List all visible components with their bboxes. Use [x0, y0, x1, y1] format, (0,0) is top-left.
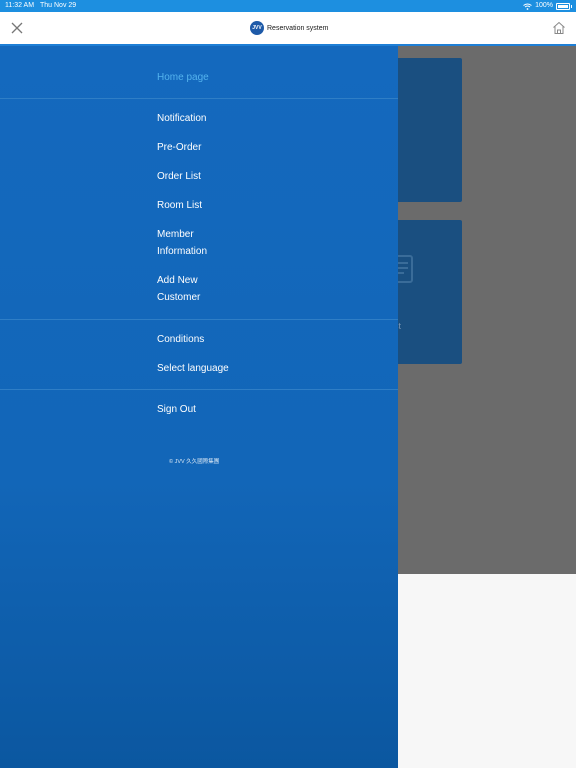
menu-add-customer-line2: Customer: [157, 292, 201, 303]
copyright-text: © JVV 久久國際集團: [169, 459, 220, 465]
menu-select-language[interactable]: Select language: [157, 360, 357, 377]
menu-member-information[interactable]: Member Information: [157, 226, 357, 260]
side-drawer: Home page Notification Pre-Order Order L…: [0, 46, 398, 768]
menu-member-line2: Information: [157, 246, 208, 257]
menu-order-list[interactable]: Order List: [157, 168, 357, 185]
menu-add-customer-line1: Add New: [157, 275, 198, 286]
wifi-icon: [523, 3, 532, 10]
close-icon[interactable]: [10, 21, 24, 35]
menu-sign-out[interactable]: Sign Out: [157, 401, 357, 418]
menu-add-new-customer[interactable]: Add New Customer: [157, 272, 357, 306]
menu-room-list[interactable]: Room List: [157, 197, 357, 214]
status-date: Thu Nov 29: [40, 2, 77, 9]
menu-notification[interactable]: Notification: [157, 110, 357, 127]
drawer-divider: [0, 319, 398, 320]
status-time: 11:32 AM: [5, 2, 35, 9]
battery-icon: [556, 2, 572, 10]
menu-member-line1: Member: [157, 229, 194, 240]
status-bar: 11:32 AM Thu Nov 29 100%: [0, 0, 576, 12]
app-header: JVV Reservation system: [0, 12, 576, 46]
menu-conditions[interactable]: Conditions: [157, 331, 357, 348]
battery-percent: 100%: [535, 2, 553, 9]
app-title: Reservation system: [267, 24, 329, 32]
home-icon[interactable]: [552, 21, 566, 35]
brand: JVV Reservation system: [250, 21, 328, 35]
menu-pre-order[interactable]: Pre-Order: [157, 139, 357, 156]
menu-home-page[interactable]: Home page: [157, 69, 357, 86]
status-right: 100%: [523, 0, 572, 12]
brand-logo: JVV: [250, 21, 264, 35]
drawer-divider: [0, 98, 398, 99]
drawer-divider: [0, 389, 398, 390]
